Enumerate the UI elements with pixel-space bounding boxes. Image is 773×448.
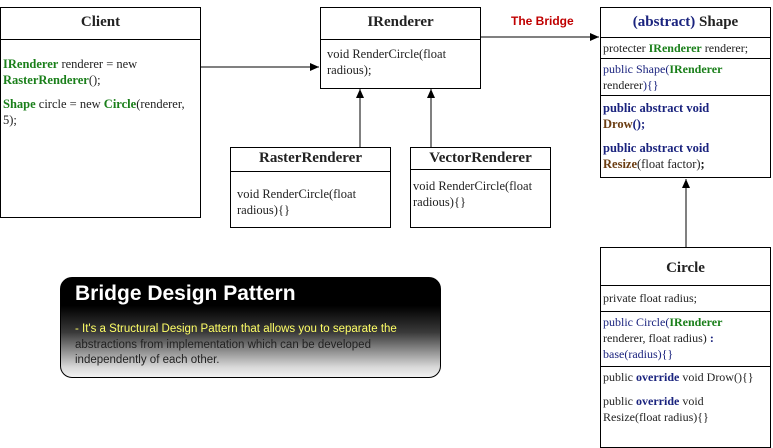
shape-drow-mod: public abstract void: [603, 101, 710, 115]
circle-field: private float radius;: [603, 291, 697, 305]
card-description: abstractions from implementation which c…: [75, 339, 371, 366]
client-renderer-end: ();: [88, 73, 101, 87]
shape-ctor: public Shape(IRenderer renderer){}: [601, 59, 770, 95]
circle-ctor: public Circle(IRenderer renderer, float r…: [601, 312, 770, 366]
shape-class-box: (abstract) Shape protecter IRenderer ren…: [600, 7, 771, 178]
bridge-label: The Bridge: [511, 14, 574, 28]
circle-resize-sig: Resize(float radius){}: [603, 410, 709, 424]
client-line-shape: Shape circle = new Circle(renderer, 5);: [3, 96, 198, 128]
circle-drow-override: override: [636, 370, 680, 384]
shape-ctor-name: Shape(: [636, 62, 670, 76]
circle-drow-mod: public: [603, 370, 636, 384]
circle-ctor-name: public Circle(: [603, 315, 670, 329]
shape-resize-end: ;: [700, 157, 705, 171]
shape-field-type: IRenderer: [648, 41, 702, 55]
client-shape-end2: 5);: [3, 113, 17, 127]
circle-method-drow: public override void Drow(){}: [603, 369, 768, 385]
client-renderer-ctor: RasterRenderer: [3, 73, 89, 87]
raster-renderer-class-title: RasterRenderer: [258, 150, 362, 166]
circle-drow-sig: void Drow(){}: [679, 370, 754, 384]
vector-renderer-class-box: VectorRenderer void RenderCircle(float r…: [410, 147, 551, 228]
card-description-highlight: - It's a Structural Design Pattern that …: [75, 323, 397, 335]
circle-ctor-params: renderer, float radius): [603, 331, 707, 345]
circle-ctor-base: base: [603, 347, 625, 361]
shape-field-name: renderer;: [701, 41, 749, 55]
shape-name: Shape: [695, 14, 739, 30]
client-body: IRenderer renderer = new RasterRenderer(…: [1, 40, 200, 128]
irenderer-class-title: IRenderer: [367, 14, 434, 30]
shape-field-mod: protecter: [603, 41, 649, 55]
shape-ctor-end: ){}: [642, 78, 659, 92]
raster-renderer-method: void RenderCircle(float radious){}: [237, 187, 357, 217]
circle-class-title: Circle: [666, 260, 705, 276]
shape-ctor-param: renderer: [603, 78, 643, 92]
circle-resize-override: override: [636, 394, 680, 408]
circle-ctor-type: IRenderer: [669, 315, 723, 329]
irenderer-class-box: IRenderer void RenderCircle(float radiou…: [320, 7, 481, 89]
card-title: Bridge Design Pattern: [75, 282, 296, 305]
client-shape-text: circle = new: [35, 97, 104, 111]
bridge-pattern-card: Bridge Design Pattern - It's a Structura…: [60, 277, 441, 378]
circle-resize-type: void: [679, 394, 704, 408]
vector-renderer-method: void RenderCircle(float radious){}: [413, 179, 533, 209]
shape-method-drow: public abstract void Drow();: [603, 100, 768, 132]
shape-method-resize: public abstract void Resize(float factor)…: [603, 140, 768, 172]
raster-renderer-class-box: RasterRenderer void RenderCircle(float r…: [230, 147, 391, 228]
client-class-box: Client IRenderer renderer = new RasterRe…: [0, 7, 201, 218]
client-line-renderer: IRenderer renderer = new RasterRenderer(…: [3, 56, 198, 88]
vector-renderer-class-title: VectorRenderer: [429, 150, 532, 166]
circle-class-box: Circle private float radius; public Circ…: [600, 247, 771, 448]
shape-field: protecter IRenderer renderer;: [601, 38, 770, 58]
client-shape-end: (renderer,: [136, 97, 185, 111]
circle-ctor-colon: :: [706, 331, 714, 345]
circle-methods: public override void Drow(){} public ove…: [601, 367, 770, 425]
shape-ctor-mod: public: [603, 62, 636, 76]
shape-methods: public abstract void Drow(); public abstr…: [601, 96, 770, 172]
client-renderer-type: IRenderer: [3, 57, 59, 71]
client-renderer-text: renderer = new: [58, 57, 138, 71]
shape-resize-args: (float factor): [637, 157, 701, 171]
shape-ctor-type: IRenderer: [669, 62, 723, 76]
circle-ctor-end: (radius){}: [624, 347, 674, 361]
shape-resize-name: Resize: [603, 157, 638, 171]
circle-resize-mod: public: [603, 394, 636, 408]
shape-drow-name: Drow: [603, 117, 633, 131]
client-class-title: Client: [80, 14, 121, 30]
shape-class-title: (abstract) Shape: [601, 8, 770, 37]
shape-drow-end: ();: [632, 117, 646, 131]
circle-method-resize: public override void Resize(float radius)…: [603, 393, 768, 425]
shape-abstract-keyword: (abstract): [632, 14, 696, 30]
irenderer-method: void RenderCircle(float radious);: [327, 47, 447, 77]
client-shape-ctor: Circle: [103, 97, 137, 111]
shape-resize-mod: public abstract void: [603, 141, 710, 155]
client-shape-type: Shape: [3, 97, 36, 111]
